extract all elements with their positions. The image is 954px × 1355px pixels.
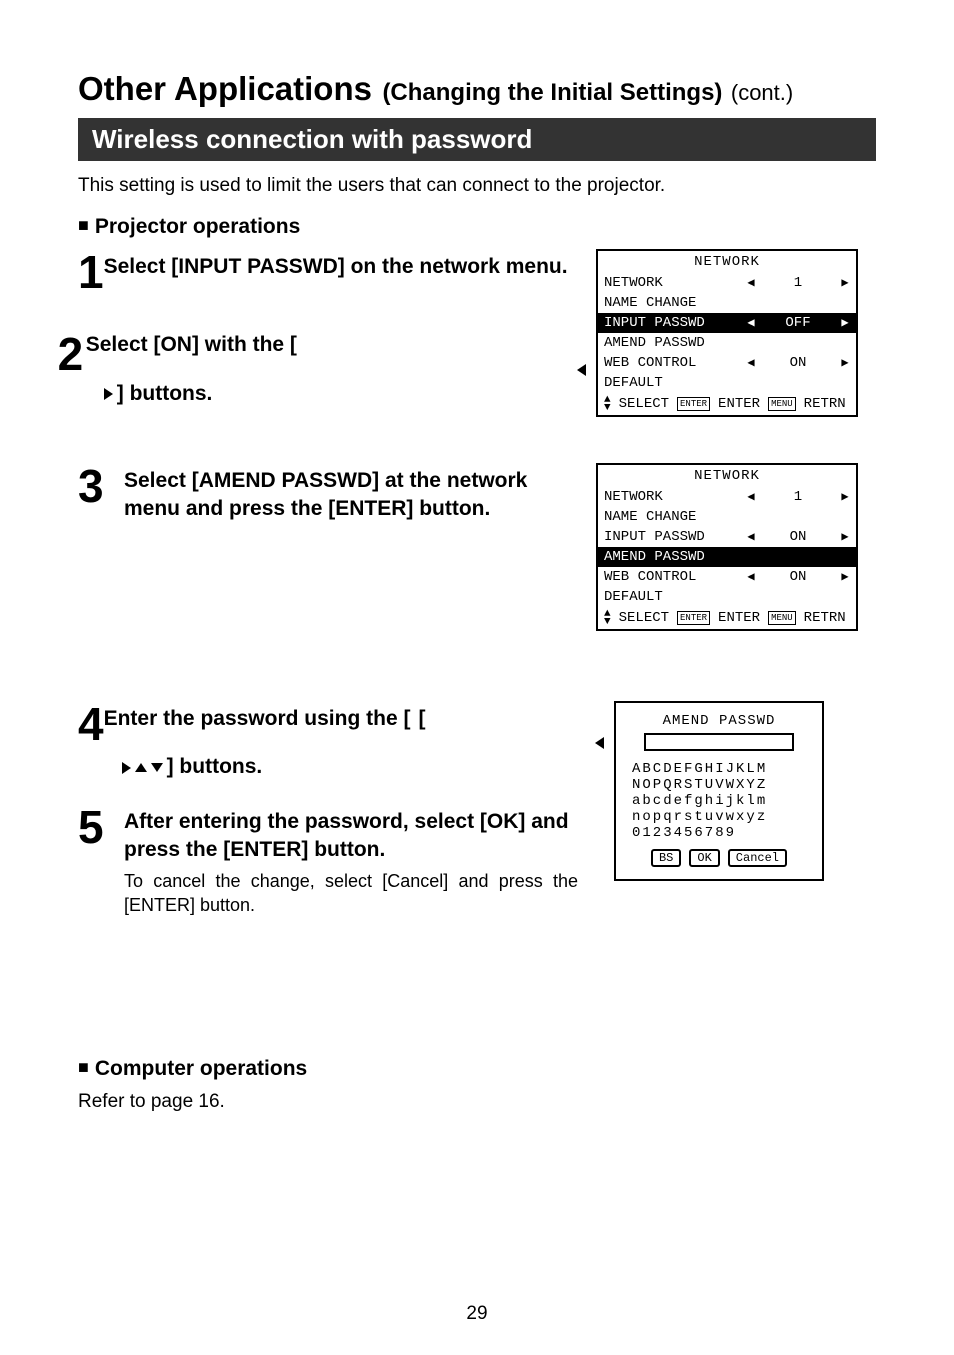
left-arrow-icon: ◀ [746,529,756,545]
step-3-text: Select [AMEND PASSWD] at the network men… [124,467,578,524]
menu-row-label: DEFAULT [604,589,724,605]
page-number: 29 [0,1303,954,1325]
char-row[interactable]: nopqrstuvwxyz [632,809,806,825]
enter-badge-icon: ENTER [677,397,710,411]
left-arrow-icon: ◀ [746,315,756,331]
menu-row[interactable]: INPUT PASSWD ◀ OFF ▶ [598,313,856,333]
step-5-text: After entering the password, select [OK]… [124,808,578,865]
menu-row-label: NETWORK [604,275,724,291]
menu-row-value: 1 [778,489,818,505]
left-arrow-icon: ◀ [746,569,756,585]
updown-icon: ▲▼ [604,396,611,412]
bs-button[interactable]: BS [651,849,681,867]
menu-row-label: NETWORK [604,489,724,505]
menu-row[interactable]: NAME CHANGE [598,293,856,313]
step-number-5: 5 [78,804,124,917]
title-sub: (Changing the Initial Settings) [382,79,722,106]
step-number-3: 3 [78,463,124,524]
right-arrow-icon: ▶ [840,529,850,545]
step-2-text: Select [ON] with the [ ] buttons. [86,331,604,408]
left-arrow-icon [104,737,604,749]
projector-subhead: ■Projector operations [78,215,876,239]
menu-row[interactable]: WEB CONTROL ◀ ON ▶ [598,567,856,587]
step-4-text: Enter the password using the [ [ ] butto… [104,705,604,782]
menu-badge-icon: MENU [768,397,796,411]
right-arrow-icon [104,388,113,400]
enter-badge-icon: ENTER [677,611,710,625]
menu-row[interactable]: AMEND PASSWD [598,333,856,353]
menu-row-value: OFF [778,315,818,331]
menu-footer: ▲▼ SELECT ENTERENTER MENURETRN [598,607,856,629]
menu-row-label: AMEND PASSWD [604,549,724,565]
char-row[interactable]: 0123456789 [632,825,806,841]
down-arrow-icon [151,763,163,772]
section-bar: Wireless connection with password [78,118,876,161]
left-arrow-icon [86,364,586,376]
password-field[interactable] [644,733,794,751]
menu-row-label: NAME CHANGE [604,509,724,525]
right-arrow-icon: ▶ [840,275,850,291]
menu-row-label: INPUT PASSWD [604,529,724,545]
ok-button[interactable]: OK [689,849,719,867]
step-1-text: Select [INPUT PASSWD] on the network men… [104,253,604,281]
left-arrow-icon: ◀ [746,275,756,291]
menu-title: NETWORK [598,465,856,487]
computer-subhead: ■Computer operations [78,1057,876,1081]
step-number-2: 2 [58,331,86,408]
step-number-4: 4 [78,701,104,782]
pw-title: AMEND PASSWD [632,713,806,729]
char-row[interactable]: abcdefghijklm [632,793,806,809]
menu-row[interactable]: INPUT PASSWD ◀ ON ▶ [598,527,856,547]
amend-passwd-box: AMEND PASSWD ABCDEFGHIJKLM NOPQRSTUVWXYZ… [614,701,824,881]
right-arrow-icon: ▶ [840,489,850,505]
square-bullet-icon: ■ [78,215,89,235]
menu-row-label: INPUT PASSWD [604,315,724,331]
network-menu-2: NETWORK NETWORK ◀ 1 ▶ NAME CHANGE INPUT PASSW… [596,463,858,631]
menu-row-label: DEFAULT [604,375,724,391]
up-arrow-icon [135,763,147,772]
menu-footer: ▲▼ SELECT ENTERENTER MENURETRN [598,393,856,415]
menu-row-value: ON [778,529,818,545]
computer-body: Refer to page 16. [78,1091,876,1113]
menu-row-label: NAME CHANGE [604,295,724,311]
menu-row-value: ON [778,355,818,371]
right-arrow-icon: ▶ [840,569,850,585]
intro-text: This setting is used to limit the users … [78,175,876,197]
cancel-button[interactable]: Cancel [728,849,787,867]
menu-row[interactable]: DEFAULT [598,587,856,607]
menu-row[interactable]: NETWORK ◀ 1 ▶ [598,487,856,507]
left-arrow-icon: ◀ [746,489,756,505]
menu-row-label: WEB CONTROL [604,569,724,585]
step-5-body: To cancel the change, select [Cancel] an… [124,870,578,917]
right-arrow-icon [122,762,131,774]
menu-row-value: ON [778,569,818,585]
menu-row[interactable]: DEFAULT [598,373,856,393]
menu-row-value: 1 [778,275,818,291]
menu-row[interactable]: WEB CONTROL ◀ ON ▶ [598,353,856,373]
char-row[interactable]: NOPQRSTUVWXYZ [632,777,806,793]
char-row[interactable]: ABCDEFGHIJKLM [632,761,806,777]
menu-row[interactable]: NETWORK ◀ 1 ▶ [598,273,856,293]
menu-row[interactable]: NAME CHANGE [598,507,856,527]
title-cont: (cont.) [731,80,793,105]
left-arrow-icon: ◀ [746,355,756,371]
right-arrow-icon: ▶ [840,355,850,371]
title-main: Other Applications [78,70,372,107]
menu-title: NETWORK [598,251,856,273]
menu-row-label: WEB CONTROL [604,355,724,371]
menu-row[interactable]: AMEND PASSWD [598,547,856,567]
updown-icon: ▲▼ [604,610,611,626]
network-menu-1: NETWORK NETWORK ◀ 1 ▶ NAME CHANGE INPUT PASSW… [596,249,858,417]
right-arrow-icon: ▶ [840,315,850,331]
menu-row-label: AMEND PASSWD [604,335,724,351]
square-bullet-icon: ■ [78,1057,89,1077]
menu-badge-icon: MENU [768,611,796,625]
page-title: Other Applications (Changing the Initial… [78,70,876,108]
